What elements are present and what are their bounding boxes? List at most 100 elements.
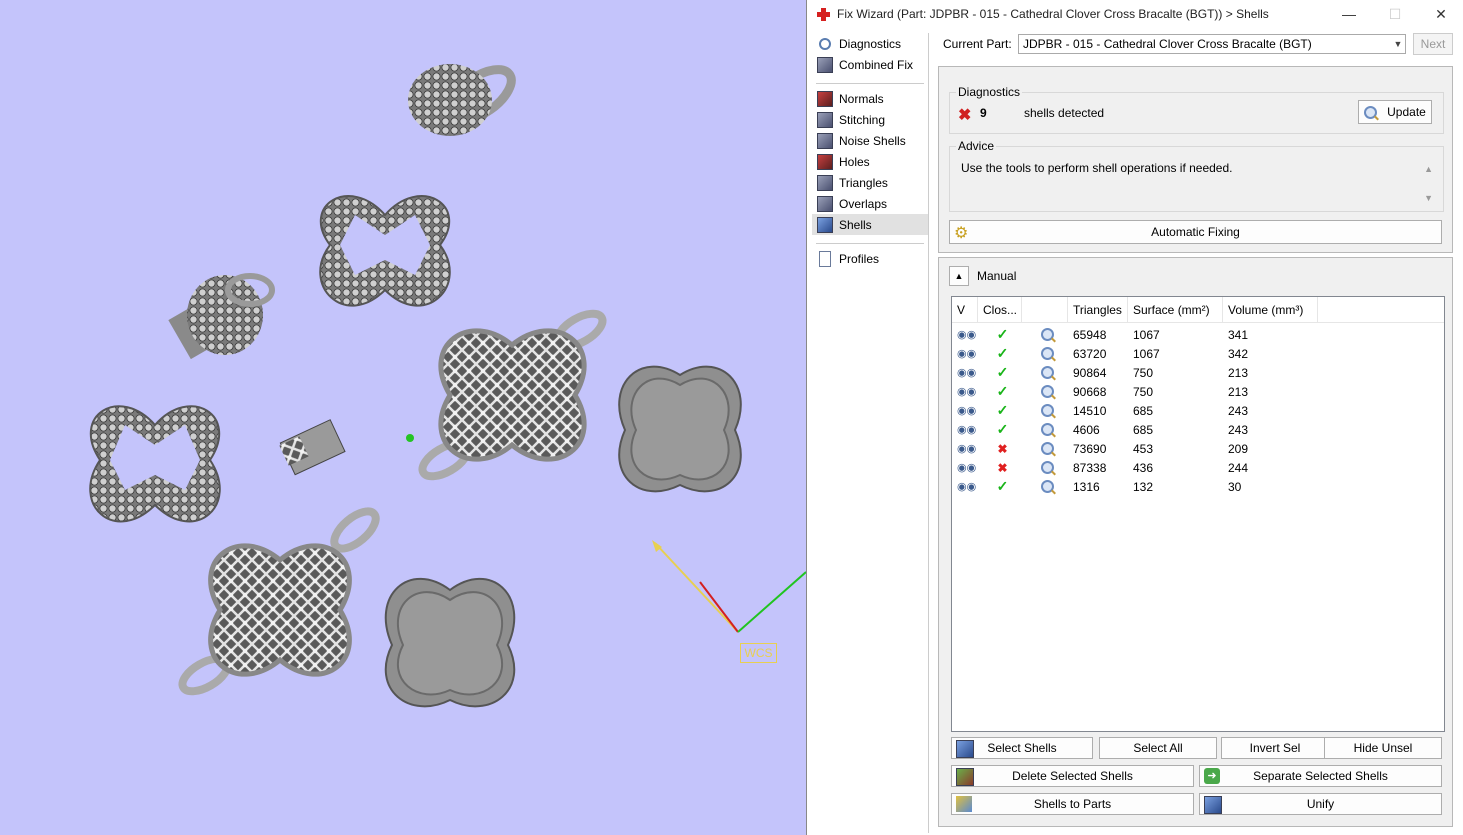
visibility-icon[interactable]: ◉◉	[952, 401, 978, 420]
zoom-to-shell-icon[interactable]	[1022, 325, 1068, 344]
current-part-select[interactable]: JDPBR - 015 - Cathedral Clover Cross Bra…	[1018, 34, 1406, 54]
update-button[interactable]: Update	[1358, 100, 1432, 124]
cube-icon	[817, 132, 833, 149]
3d-viewport[interactable]: WCS	[0, 0, 806, 835]
zoom-to-shell-icon[interactable]	[1022, 439, 1068, 458]
zoom-to-shell-icon[interactable]	[1022, 363, 1068, 382]
shells-to-parts-button[interactable]: Shells to Parts	[951, 793, 1194, 815]
column-zoom[interactable]	[1022, 297, 1068, 322]
manual-label: Manual	[977, 269, 1017, 283]
column-volume[interactable]: Volume (mm³)	[1223, 297, 1318, 322]
separate-selected-shells-button[interactable]: ➜ Separate Selected Shells	[1199, 765, 1442, 787]
nav-item-holes[interactable]: Holes	[812, 151, 928, 172]
volume-cell: 341	[1228, 327, 1249, 342]
nav-item-diagnostics[interactable]: Diagnostics	[812, 33, 928, 54]
nav-item-stitching[interactable]: Stitching	[812, 109, 928, 130]
column-triangles[interactable]: Triangles	[1068, 297, 1128, 322]
visibility-icon[interactable]: ◉◉	[952, 458, 978, 477]
table-row[interactable]: ◉◉ ✓ 65948 1067 341	[952, 325, 1444, 344]
surface-cell: 1067	[1133, 327, 1160, 342]
triangles-cell: 4606	[1073, 422, 1100, 437]
zoom-to-shell-icon[interactable]	[1022, 344, 1068, 363]
volume-cell: 213	[1228, 384, 1249, 399]
unify-button[interactable]: Unify	[1199, 793, 1442, 815]
table-row[interactable]: ◉◉ ✓ 63720 1067 342	[952, 344, 1444, 363]
table-row[interactable]: ◉◉ ✓ 1316 132 30	[952, 477, 1444, 496]
closed-check-icon: ✓	[996, 326, 1009, 342]
volume-cell: 243	[1228, 403, 1249, 418]
zoom-to-shell-icon[interactable]	[1022, 401, 1068, 420]
scroll-up-icon[interactable]: ▲	[1424, 164, 1433, 174]
shells-table[interactable]: V Clos... Triangles Surface (mm²) Volume…	[951, 296, 1445, 732]
nav-label: Overlaps	[839, 196, 888, 211]
nav-item-normals[interactable]: Normals	[812, 88, 928, 109]
hide-unselected-button[interactable]: Hide Unsel	[1324, 737, 1442, 759]
advice-group-label: Advice	[956, 139, 997, 153]
automatic-fixing-button[interactable]: ⚙ Automatic Fixing	[949, 220, 1442, 244]
surface-cell: 1067	[1133, 346, 1160, 361]
zoom-to-shell-icon[interactable]	[1022, 382, 1068, 401]
close-button[interactable]: ✕	[1418, 0, 1463, 28]
select-shells-button[interactable]: Select Shells	[951, 737, 1093, 759]
table-row[interactable]: ◉◉ ✖ 87338 436 244	[952, 458, 1444, 477]
maximize-button[interactable]: ☐	[1372, 0, 1418, 28]
surface-cell: 685	[1133, 422, 1154, 437]
visibility-icon[interactable]: ◉◉	[952, 363, 978, 382]
title-bar: Fix Wizard (Part: JDPBR - 015 - Cathedra…	[807, 0, 1463, 28]
visibility-icon[interactable]: ◉◉	[952, 420, 978, 439]
cube-red-icon	[817, 90, 833, 107]
visibility-icon[interactable]: ◉◉	[952, 477, 978, 496]
document-icon	[819, 250, 831, 267]
table-row[interactable]: ◉◉ ✓ 90864 750 213	[952, 363, 1444, 382]
diagnostics-group-label: Diagnostics	[956, 85, 1023, 99]
wizard-nav: Diagnostics Combined Fix Normals Stitchi…	[812, 33, 929, 833]
scroll-down-icon[interactable]: ▼	[1424, 193, 1433, 203]
shells-to-parts-label: Shells to Parts	[1033, 797, 1112, 811]
update-label: Update	[1387, 105, 1426, 119]
nav-item-profiles[interactable]: Profiles	[812, 248, 928, 269]
invert-selection-button[interactable]: Invert Sel	[1221, 737, 1329, 759]
column-visible[interactable]: V	[952, 297, 978, 322]
closed-check-icon: ✓	[996, 383, 1009, 399]
triangles-cell: 14510	[1073, 403, 1107, 418]
magnifier-icon	[1364, 105, 1378, 119]
triangles-cell: 65948	[1073, 327, 1107, 342]
diagnostics-group: Diagnostics ✖ 9 shells detected Update	[949, 85, 1444, 134]
nav-item-shells[interactable]: Shells	[812, 214, 928, 235]
cube-blue-icon	[956, 740, 974, 758]
table-row[interactable]: ◉◉ ✓ 90668 750 213	[952, 382, 1444, 401]
table-row[interactable]: ◉◉ ✖ 73690 453 209	[952, 439, 1444, 458]
visibility-icon[interactable]: ◉◉	[952, 344, 978, 363]
visibility-icon[interactable]: ◉◉	[952, 439, 978, 458]
next-button[interactable]: Next	[1413, 33, 1453, 55]
zoom-to-shell-icon[interactable]	[1022, 420, 1068, 439]
visibility-icon[interactable]: ◉◉	[952, 382, 978, 401]
visibility-icon[interactable]: ◉◉	[952, 325, 978, 344]
zoom-to-shell-icon[interactable]	[1022, 458, 1068, 477]
cube-red-icon	[817, 153, 833, 170]
closed-check-icon: ✓	[996, 478, 1009, 494]
nav-label: Profiles	[839, 251, 880, 266]
nav-item-triangles[interactable]: Triangles	[812, 172, 928, 193]
cube-blue-icon	[817, 216, 833, 233]
nav-item-combined-fix[interactable]: Combined Fix	[812, 54, 928, 75]
column-closed[interactable]: Clos...	[978, 297, 1022, 322]
window-title: Fix Wizard (Part: JDPBR - 015 - Cathedra…	[837, 7, 1269, 21]
table-row[interactable]: ◉◉ ✓ 4606 685 243	[952, 420, 1444, 439]
column-surface[interactable]: Surface (mm²)	[1128, 297, 1223, 322]
zoom-to-shell-icon[interactable]	[1022, 477, 1068, 496]
cube-delete-icon	[956, 768, 974, 786]
delete-selected-shells-button[interactable]: Delete Selected Shells	[951, 765, 1194, 787]
nav-item-noise-shells[interactable]: Noise Shells	[812, 130, 928, 151]
advice-group: Advice Use the tools to perform shell op…	[949, 139, 1444, 212]
pivot-point	[406, 434, 414, 442]
select-all-button[interactable]: Select All	[1099, 737, 1217, 759]
error-x-icon: ✖	[958, 107, 972, 124]
nav-label: Stitching	[839, 112, 886, 127]
collapse-manual-button[interactable]: ▲	[949, 266, 969, 286]
nav-item-overlaps[interactable]: Overlaps	[812, 193, 928, 214]
chevron-down-icon: ▼	[1393, 39, 1403, 49]
manual-panel: ▲ Manual V Clos... Triangles Surface (mm…	[938, 257, 1453, 827]
minimize-button[interactable]: —	[1326, 0, 1372, 28]
table-row[interactable]: ◉◉ ✓ 14510 685 243	[952, 401, 1444, 420]
